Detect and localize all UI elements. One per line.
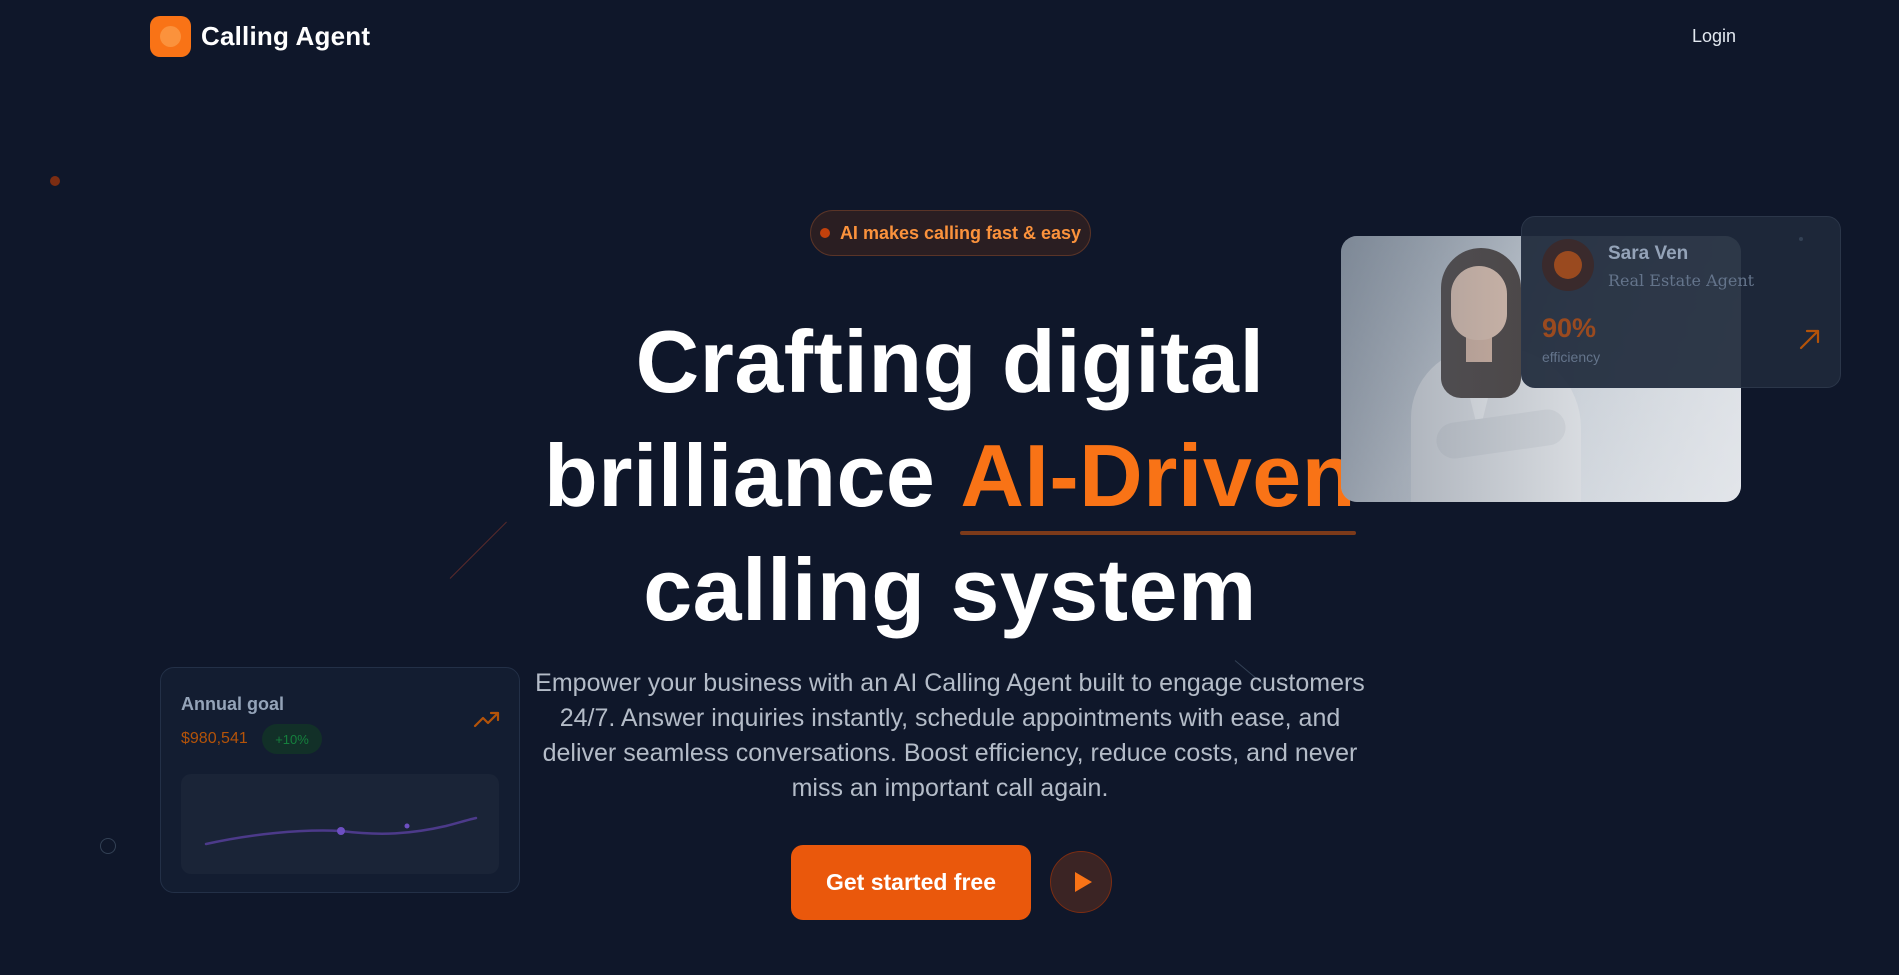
arrow-up-right-icon	[1799, 329, 1820, 350]
agent-profile-card: Sara Ven Real Estate Agent 90% efficienc…	[1521, 216, 1841, 388]
badge-text: AI makes calling fast & easy	[839, 222, 1082, 243]
headline-accent: AI-Driven	[960, 419, 1356, 535]
agent-role: Real Estate Agent	[1608, 271, 1755, 290]
efficiency-label: efficiency	[1542, 349, 1601, 365]
headline-accent-text: AI-Driven	[960, 426, 1356, 525]
play-icon	[1074, 872, 1092, 892]
brand-name: Calling Agent	[201, 21, 371, 51]
login-link[interactable]: Login	[1692, 26, 1736, 47]
decorative-ring	[100, 838, 116, 854]
goal-title: Annual goal	[181, 694, 284, 714]
sparkline-point	[337, 827, 345, 835]
annual-goal-card: Annual goal $980,541 +10%	[160, 667, 520, 893]
decorative-dot	[1799, 237, 1803, 241]
brand-logo-link[interactable]: Calling Agent	[150, 16, 370, 57]
headline-line-1: Crafting digital	[635, 312, 1265, 411]
efficiency-value: 90%	[1542, 313, 1597, 343]
hero-badge: AI makes calling fast & easy	[810, 210, 1091, 256]
get-started-button[interactable]: Get started free	[791, 845, 1031, 920]
headline-line-2: brilliance	[543, 426, 936, 525]
sparkline-point	[404, 823, 410, 829]
hero-description: Empower your business with an AI Calling…	[535, 669, 1365, 802]
goal-amount: $980,541	[181, 730, 248, 747]
badge-dot-icon	[819, 228, 830, 238]
avatar	[1542, 239, 1594, 291]
headline-line-3: calling system	[643, 540, 1257, 639]
agent-name: Sara Ven	[1608, 243, 1689, 264]
play-video-button[interactable]	[1050, 851, 1112, 913]
landing-page: Calling Agent Login AI makes calling fas…	[0, 0, 1899, 975]
accent-underline	[960, 531, 1356, 535]
hero-headline: Crafting digital brilliance AI-Driven ca…	[430, 305, 1470, 647]
trend-up-icon	[473, 711, 500, 728]
goal-sparkline	[181, 774, 499, 874]
logo-mark-icon	[150, 16, 191, 57]
top-nav: Calling Agent Login	[0, 0, 1899, 76]
decorative-dot	[50, 176, 60, 186]
goal-change-badge: +10%	[262, 724, 322, 754]
